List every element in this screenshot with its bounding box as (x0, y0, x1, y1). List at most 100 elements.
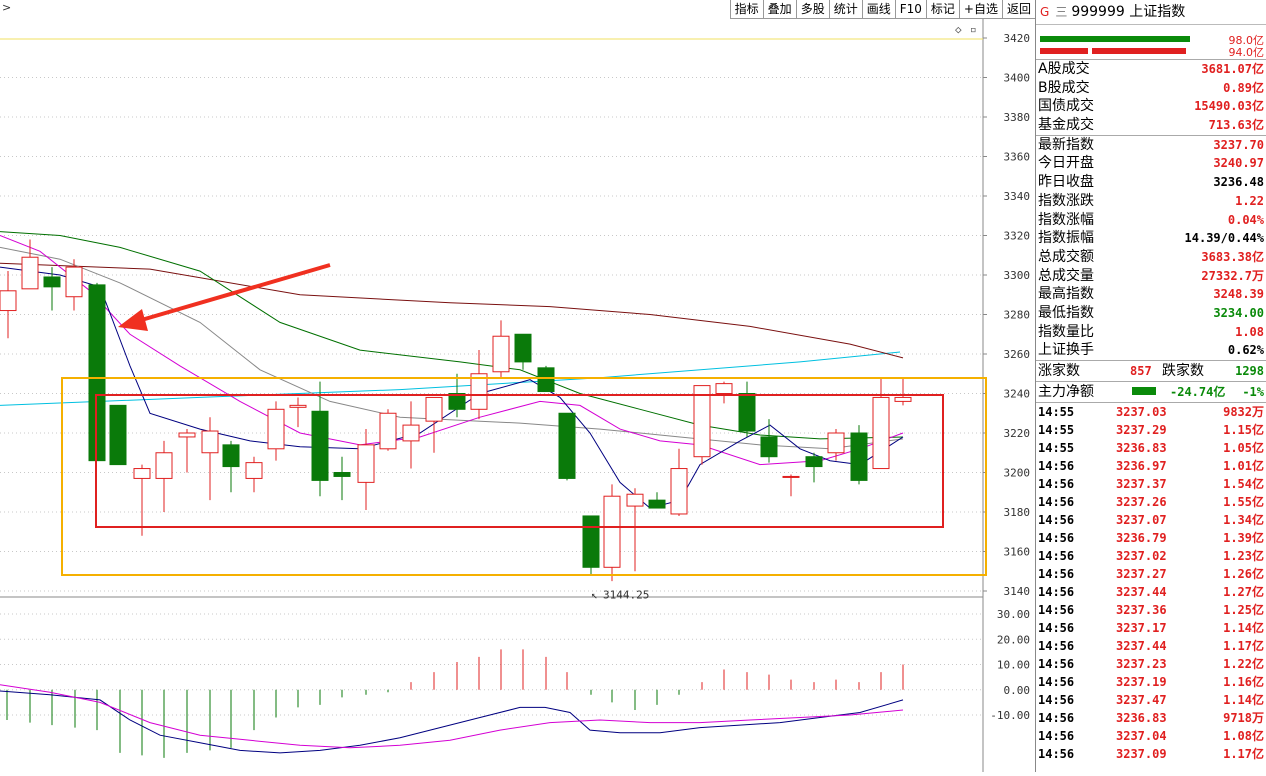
stat-value: 3681.07亿 (1201, 62, 1264, 76)
stat-row: 指数涨跌 1.22 (1036, 192, 1266, 211)
stat-label: 昨日收盘 (1038, 174, 1094, 191)
stat-label: 基金成交 (1038, 117, 1094, 134)
square-icon[interactable]: ▫ (970, 23, 977, 36)
candle-up (245, 462, 263, 479)
candle-down (109, 404, 127, 466)
tick-price: 3237.02 (1116, 549, 1167, 563)
candle-down (805, 456, 823, 468)
candle-up (289, 404, 307, 408)
annotation-outer-box (61, 377, 987, 576)
tick-row: 14:56 3236.79 1.39亿 (1036, 529, 1266, 547)
candle-up (670, 468, 688, 515)
price-axis-label: 3180 (1004, 506, 1031, 519)
tick-amount: 1.08亿 (1223, 729, 1264, 743)
up-label: 涨家数 (1038, 363, 1080, 379)
toolbar-button-7[interactable]: +自选 (958, 0, 1002, 19)
tick-row: 14:55 3237.03 9832万 (1036, 403, 1266, 421)
stat-label: 指数量比 (1038, 323, 1094, 340)
tick-price: 3237.19 (1116, 675, 1167, 689)
stat-label: 最高指数 (1038, 286, 1094, 303)
tick-price: 3237.36 (1116, 603, 1167, 617)
candle-up (894, 396, 912, 402)
stat-value: 15490.03亿 (1194, 99, 1264, 114)
tick-time: 14:56 (1038, 603, 1075, 617)
toolbar-button-8[interactable]: 返回 (1001, 0, 1035, 19)
toolbar-button-6[interactable]: 标记 (925, 0, 959, 19)
stat-row: 上证换手 0.62% (1036, 341, 1266, 360)
tick-time: 14:56 (1038, 711, 1075, 725)
diamond-icon[interactable]: ◇ (955, 23, 962, 36)
tick-time: 14:56 (1038, 567, 1075, 581)
stat-value: 3248.39 (1213, 287, 1264, 302)
tick-amount: 1.23亿 (1223, 549, 1264, 563)
tick-amount: 1.16亿 (1223, 675, 1264, 689)
tick-amount: 1.39亿 (1223, 531, 1264, 545)
price-axis-label: 3340 (1004, 190, 1031, 203)
stat-row: 最新指数 3237.70 (1036, 136, 1266, 155)
toolbar-button-4[interactable]: 画线 (861, 0, 895, 19)
tick-time: 14:56 (1038, 477, 1075, 491)
tick-time: 14:56 (1038, 693, 1075, 707)
stat-label: 今日开盘 (1038, 155, 1094, 172)
toolbar-button-1[interactable]: 叠加 (762, 0, 796, 19)
index-title: 999999 上证指数 (1071, 4, 1186, 20)
tick-time: 14:56 (1038, 729, 1075, 743)
net-flow-label: 主力净额 (1038, 384, 1094, 400)
net-flow-value: -24.74亿 (1170, 385, 1226, 399)
quote-panel: G 三 999999 上证指数 98.0亿 94.0亿 A股成交 3681.07亿 B股… (1035, 0, 1266, 772)
tick-time: 14:56 (1038, 585, 1075, 599)
stat-label: 最低指数 (1038, 304, 1094, 321)
tick-row: 14:56 3237.26 1.55亿 (1036, 493, 1266, 511)
stat-label: 上证换手 (1038, 342, 1094, 359)
stat-row: 昨日收盘 3236.48 (1036, 173, 1266, 192)
stat-value: 1.22 (1235, 193, 1264, 208)
tick-row: 14:56 3237.07 1.34亿 (1036, 511, 1266, 529)
stat-row: A股成交 3681.07亿 (1036, 60, 1266, 79)
tick-time: 14:56 (1038, 675, 1075, 689)
tick-amount: 1.14亿 (1223, 693, 1264, 707)
tick-row: 14:56 3236.97 1.01亿 (1036, 457, 1266, 475)
tick-price: 3237.27 (1116, 567, 1167, 581)
osc-axis-label: 30.00 (997, 608, 1030, 621)
tick-time: 14:56 (1038, 549, 1075, 563)
kline-chart-svg[interactable]: 3420 3400 3380 3360 3340 3320 3300 3280 3260 3240… (0, 19, 1035, 772)
green-strength-bar (1040, 36, 1190, 42)
sell-strength-bar: 94.0亿 (1036, 45, 1266, 59)
tick-amount: 1.17亿 (1223, 639, 1264, 653)
candle-up (155, 452, 173, 479)
price-axis-label: 3280 (1004, 309, 1031, 322)
panel-title: G 三 999999 上证指数 (1036, 0, 1266, 25)
osc-axis-label: 20.00 (997, 633, 1030, 646)
tick-time: 14:56 (1038, 657, 1075, 671)
tick-price: 3236.83 (1116, 441, 1167, 455)
tick-list[interactable]: 14:55 3237.03 9832万 14:55 3237.29 1.15亿 14:55 3… (1036, 403, 1266, 763)
candle-up (357, 444, 375, 483)
tick-amount: 1.34亿 (1223, 513, 1264, 527)
down-label: 跌家数 (1162, 363, 1204, 379)
ma10-line (0, 235, 904, 466)
net-flow-bar (1132, 387, 1156, 395)
stat-label: 总成交量 (1038, 267, 1094, 284)
tick-row: 14:56 3237.17 1.14亿 (1036, 619, 1266, 637)
tick-price: 3237.29 (1116, 423, 1167, 437)
stat-row: 指数振幅 14.39/0.44% (1036, 229, 1266, 248)
tick-price: 3237.44 (1116, 639, 1167, 653)
toolbar-button-3[interactable]: 统计 (828, 0, 862, 19)
price-axis-label: 3420 (1004, 32, 1031, 45)
stat-value: 3237.70 (1213, 137, 1264, 152)
tick-price: 3237.26 (1116, 495, 1167, 509)
stat-label: 最新指数 (1038, 136, 1094, 153)
toolbar-button-2[interactable]: 多股 (795, 0, 829, 19)
kline-chart[interactable]: 3420 3400 3380 3360 3340 3320 3300 3280 3260 3240… (0, 19, 1035, 772)
tick-row: 14:55 3236.83 1.05亿 (1036, 439, 1266, 457)
menu-lines-icon[interactable]: 三 (1055, 5, 1067, 19)
stat-value: 3240.97 (1213, 156, 1264, 171)
expand-arrow-icon[interactable]: > (2, 1, 11, 14)
toolbar-button-5[interactable]: F10 (894, 0, 926, 19)
candle-down (222, 444, 240, 468)
candle-down (333, 472, 351, 477)
stat-value: 3234.00 (1213, 305, 1264, 320)
stat-row: 国债成交 15490.03亿 (1036, 97, 1266, 116)
toolbar-button-0[interactable]: 指标 (729, 0, 763, 19)
tick-amount: 1.26亿 (1223, 567, 1264, 581)
